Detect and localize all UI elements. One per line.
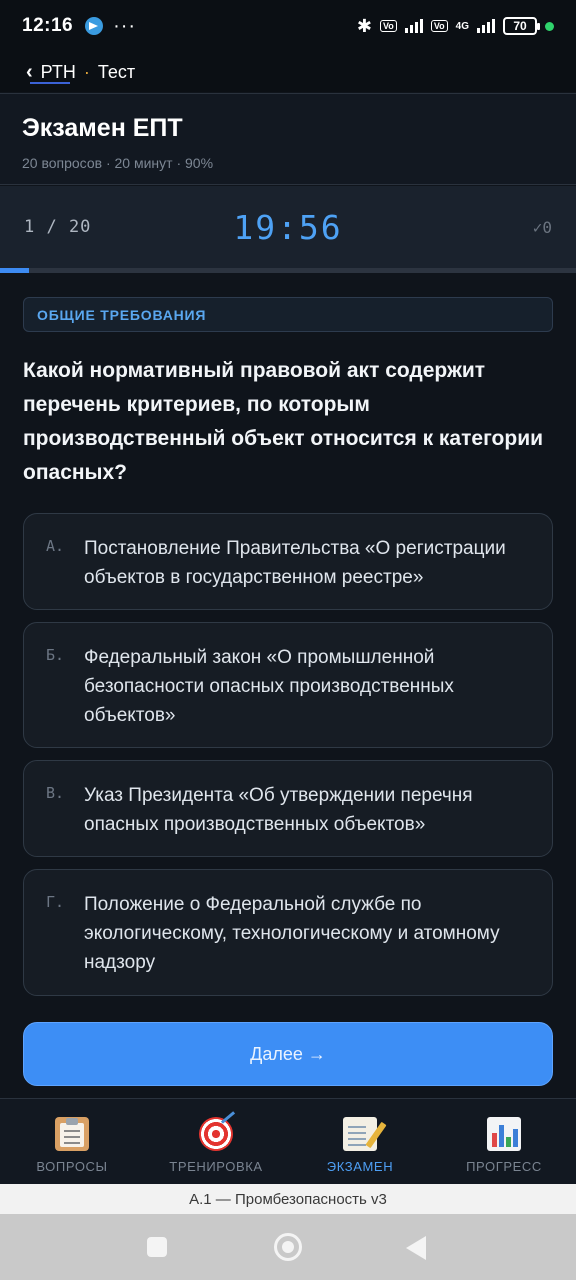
- back-icon[interactable]: [406, 1236, 426, 1260]
- nav-label: ВОПРОСЫ: [36, 1159, 108, 1174]
- progress-bar: [0, 268, 576, 273]
- nav-exam[interactable]: ЭКЗАМЕН: [288, 1099, 432, 1184]
- next-button[interactable]: Далее →: [23, 1022, 553, 1086]
- battery-icon: 70: [503, 17, 540, 35]
- version-footer: А.1 — Промбезопасность v3: [0, 1184, 576, 1214]
- breadcrumb-current: Тест: [97, 61, 136, 82]
- target-icon: [199, 1117, 233, 1151]
- exam-progress-row: 1 / 20 19:56 ✓0: [0, 186, 576, 268]
- clock: 12:16: [22, 15, 74, 36]
- status-icons: ✱ Vo Vo 4G 70: [357, 16, 554, 37]
- category-badge: ОБЩИЕ ТРЕБОВАНИЯ: [23, 297, 553, 332]
- question-text: Какой нормативный правовой акт содержит …: [23, 359, 544, 484]
- option-letter: Б.: [46, 646, 65, 664]
- option-text: Постановление Правительства «О регистрац…: [84, 538, 506, 588]
- status-bar: 12:16 ··· ✱ Vo Vo 4G 70: [0, 0, 576, 52]
- bottom-navigation: ВОПРОСЫ ТРЕНИРОВКА ЭКЗАМЕН ПРОГРЕСС: [0, 1098, 576, 1184]
- bluetooth-icon: ✱: [356, 15, 372, 36]
- more-notifications-icon: ···: [113, 14, 137, 37]
- battery-level: 70: [513, 19, 527, 33]
- nav-progress[interactable]: ПРОГРЕСС: [432, 1099, 576, 1184]
- breadcrumb-underline: [30, 82, 70, 84]
- nav-label: ЭКЗАМЕН: [326, 1159, 394, 1174]
- system-navigation-bar: [0, 1214, 576, 1280]
- option-text: Положение о Федеральной службе по эколог…: [84, 894, 500, 973]
- exam-meta: 20 вопросов · 20 минут · 90%: [22, 155, 214, 171]
- option-text: Федеральный закон «О промышленной безопа…: [84, 647, 454, 726]
- volte-icon: Vo: [379, 20, 397, 32]
- answer-option-d[interactable]: Г. Положение о Федеральной службе по эко…: [23, 869, 553, 996]
- answer-option-c[interactable]: В. Указ Президента «Об утверждении переч…: [23, 760, 553, 857]
- progress-bar-fill: [0, 268, 29, 273]
- memo-icon: [343, 1117, 377, 1151]
- signal-icon: [404, 19, 423, 33]
- nav-questions[interactable]: ВОПРОСЫ: [0, 1099, 144, 1184]
- breadcrumb-separator: ·: [83, 61, 90, 82]
- exam-header: Экзамен ЕПТ 20 вопросов · 20 минут · 90%: [0, 93, 576, 185]
- network-type: 4G: [455, 20, 469, 32]
- answer-option-a[interactable]: А. Постановление Правительства «О регист…: [23, 513, 553, 610]
- back-chevron-icon[interactable]: ‹: [26, 61, 33, 84]
- option-letter: В.: [46, 784, 65, 802]
- option-text: Указ Президента «Об утверждении перечня …: [84, 785, 473, 835]
- option-letter: А.: [46, 537, 65, 555]
- bar-chart-icon: [487, 1117, 521, 1151]
- page-title: Экзамен ЕПТ: [22, 114, 183, 142]
- signal-icon-2: [477, 19, 495, 33]
- option-letter: Г.: [46, 893, 65, 911]
- privacy-indicator: [545, 21, 554, 31]
- telegram-icon: [85, 17, 104, 35]
- nav-label: ПРОГРЕСС: [466, 1159, 542, 1174]
- answer-option-b[interactable]: Б. Федеральный закон «О промышленной без…: [23, 622, 553, 748]
- clipboard-icon: [55, 1117, 89, 1151]
- countdown-timer: 19:56: [233, 207, 343, 247]
- nav-label: ТРЕНИРОВКА: [169, 1159, 263, 1174]
- breadcrumb: ‹ РТН · Тест: [0, 52, 576, 92]
- home-icon[interactable]: [274, 1233, 302, 1261]
- volte-icon-2: Vo: [430, 20, 448, 32]
- nav-training[interactable]: ТРЕНИРОВКА: [144, 1099, 288, 1184]
- breadcrumb-parent-link[interactable]: РТН: [41, 62, 76, 83]
- recent-apps-icon[interactable]: [147, 1237, 167, 1257]
